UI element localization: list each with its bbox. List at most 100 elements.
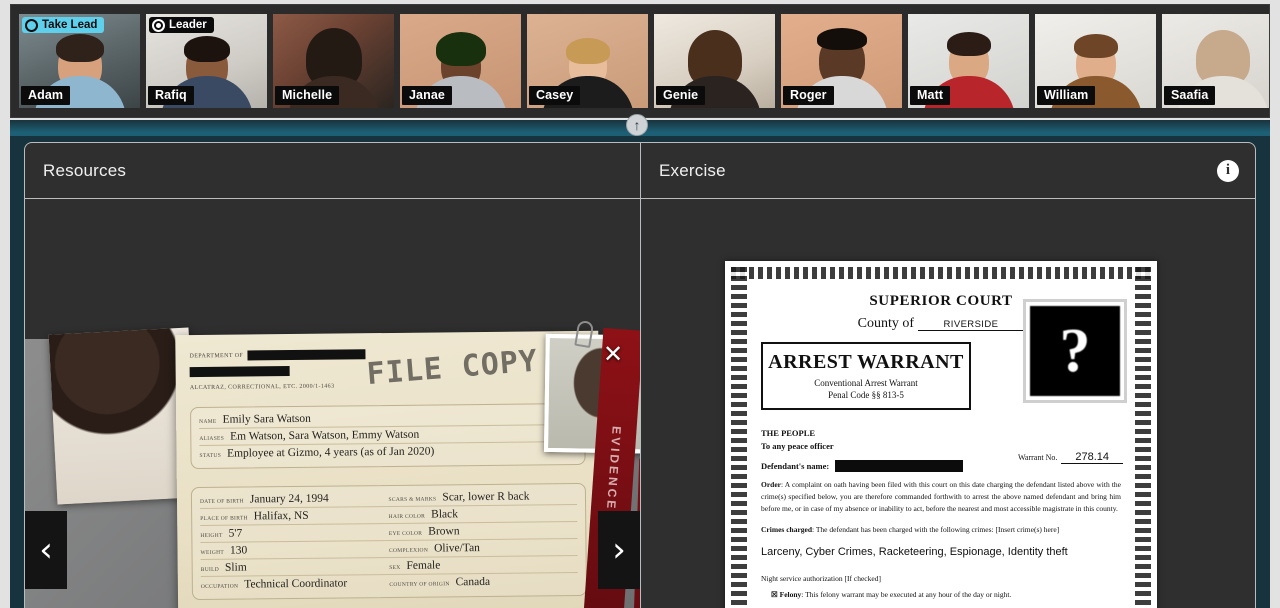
leader-badge[interactable]: Leader	[149, 17, 214, 33]
detail-row: OCCUPATION Technical Coordinator COUNTRY …	[201, 573, 578, 593]
radio-selected-icon	[152, 18, 165, 32]
checkbox-checked-icon: ☒	[771, 590, 778, 599]
field-value: 5'7	[228, 527, 243, 540]
participant-tile-william[interactable]: William	[1035, 14, 1156, 108]
crimes-label: Crimes charged	[761, 525, 813, 534]
field-label: SEX	[389, 564, 401, 571]
field-label: HAIR COLOR	[388, 513, 426, 520]
chevron-left-icon: ‹	[39, 530, 53, 570]
next-resource-button[interactable]: ›	[598, 511, 640, 589]
field-value: Canada	[455, 575, 491, 589]
exercise-panel-body: SUPERIOR COURT County of RIVERSIDE ARRES…	[641, 199, 1255, 608]
to-peace-officer-label: To any peace officer	[761, 441, 834, 451]
panels-container: Resources FILE COPY DEPARTMENT OF ALCATR…	[10, 136, 1270, 608]
felony-label: Felony	[779, 590, 802, 599]
identity-section: NAME Emily Sara Watson ALIASES Em Watson…	[190, 402, 586, 470]
participant-tile-michelle[interactable]: Michelle	[273, 14, 394, 108]
field-value: Slim	[224, 561, 247, 574]
crimes-charged-paragraph: Crimes charged: The defendant has been c…	[761, 524, 1121, 536]
question-mark-icon: ?	[1030, 306, 1120, 396]
personnel-file-document: FILE COPY DEPARTMENT OF ALCATRAZ, CORREC…	[175, 319, 640, 608]
participant-tile-casey[interactable]: Casey	[527, 14, 648, 108]
warrant-title: ARREST WARRANT	[768, 351, 964, 373]
take-lead-badge[interactable]: Take Lead	[22, 17, 105, 33]
night-service-heading: Night service authorization [If checked]	[761, 574, 1121, 583]
warrant-number-field: Warrant No. 278.14	[1018, 451, 1123, 464]
document-border-right	[1135, 267, 1151, 608]
exercise-panel-title: Exercise	[659, 160, 726, 180]
participant-name: Matt	[910, 86, 951, 105]
participant-name: Roger	[783, 86, 834, 105]
field-value: Em Watson, Sara Watson, Emmy Watson	[229, 428, 420, 443]
resources-panel-header: Resources	[25, 143, 640, 199]
radio-icon	[25, 18, 38, 32]
info-glyph: i	[1225, 162, 1231, 178]
warrant-number-label: Warrant No.	[1018, 453, 1058, 462]
participant-tile-janae[interactable]: Janae	[400, 14, 521, 108]
warrant-title-box: ARREST WARRANT Conventional Arrest Warra…	[761, 342, 971, 410]
participant-tile-genie[interactable]: Genie	[654, 14, 775, 108]
order-text: : A complaint on oath having been filed …	[761, 480, 1121, 513]
participant-name: Adam	[21, 86, 71, 105]
county-label: County of	[857, 316, 915, 331]
chevron-right-icon: ›	[612, 530, 626, 570]
participant-tile-matt[interactable]: Matt	[908, 14, 1029, 108]
felony-checkbox-row[interactable]: ☒ Felony: This felony warrant may be exe…	[761, 589, 1121, 601]
redaction-bar	[247, 349, 366, 361]
participant-name: Saafia	[1164, 86, 1216, 105]
field-value: Brown	[428, 525, 460, 538]
department-label: DEPARTMENT OF	[189, 352, 244, 360]
felony-text: : This felony warrant may be executed at…	[801, 590, 1012, 599]
warrant-content: SUPERIOR COURT County of RIVERSIDE ARRES…	[753, 283, 1129, 608]
county-value: RIVERSIDE	[917, 319, 1025, 331]
field-label: COMPLEXION	[388, 547, 429, 554]
close-resource-button[interactable]: ✕	[600, 341, 626, 367]
participant-tile-adam[interactable]: Take Lead Adam	[19, 14, 140, 108]
participant-name: William	[1037, 86, 1096, 105]
crimes-list-value: Larceny, Cyber Crimes, Racketeering, Esp…	[761, 546, 1068, 558]
field-value: Scar, lower R back	[442, 490, 530, 504]
field-value: Olive/Tan	[434, 542, 480, 555]
unknown-photo-placeholder: ?	[1023, 299, 1127, 403]
field-label: OCCUPATION	[200, 583, 239, 590]
field-label: DATE OF BIRTH	[199, 498, 244, 505]
field-label: STATUS	[199, 452, 222, 459]
participant-tile-rafiq[interactable]: Leader Rafiq	[146, 14, 267, 108]
exercise-panel: Exercise i SUPERIOR COURT County of RIVE…	[640, 142, 1256, 608]
field-label: ALIASES	[199, 435, 225, 442]
crimes-text: : The defendant has been charged with th…	[812, 525, 1060, 534]
warrant-subtitle: Conventional Arrest Warrant	[814, 378, 918, 388]
field-value: Black	[431, 508, 459, 521]
resources-panel: Resources FILE COPY DEPARTMENT OF ALCATR…	[24, 142, 640, 608]
info-icon[interactable]: i	[1217, 159, 1239, 182]
participant-name: Janae	[402, 86, 452, 105]
evidence-file-viewer: FILE COPY DEPARTMENT OF ALCATRAZ, CORREC…	[25, 319, 640, 608]
arrow-up-icon: ↑	[633, 117, 641, 133]
participant-name: Rafiq	[148, 86, 194, 105]
field-label: EYE COLOR	[388, 530, 423, 537]
defendant-name-label: Defendant's name:	[761, 461, 830, 471]
arrest-warrant-document: SUPERIOR COURT County of RIVERSIDE ARRES…	[725, 261, 1157, 608]
take-lead-label: Take Lead	[42, 19, 98, 31]
redaction-bar	[189, 366, 290, 378]
participant-name: Casey	[529, 86, 581, 105]
app-root: Take Lead Adam Leader Rafiq Michelle Jan…	[0, 0, 1280, 608]
collapse-video-strip-button[interactable]: ↑	[626, 114, 648, 136]
participant-name: Genie	[656, 86, 706, 105]
resources-panel-body: FILE COPY DEPARTMENT OF ALCATRAZ, CORREC…	[25, 199, 640, 608]
order-paragraph: Order: A complaint on oath having been f…	[761, 479, 1121, 515]
identity-row: STATUS Employee at Gizmo, 4 years (as of…	[199, 442, 576, 462]
previous-resource-button[interactable]: ‹	[25, 511, 67, 589]
field-value: Halifax, NS	[253, 509, 309, 523]
order-label: Order	[761, 480, 781, 489]
warrant-number-value: 278.14	[1061, 451, 1123, 464]
field-label: COUNTRY OF ORIGIN	[389, 581, 450, 588]
participant-tile-roger[interactable]: Roger	[781, 14, 902, 108]
field-label: SCARS & MARKS	[388, 496, 437, 503]
exercise-panel-header: Exercise i	[641, 143, 1255, 199]
physical-details-section: DATE OF BIRTH January 24, 1994 SCARS & MA…	[190, 482, 588, 601]
warrant-penal-code: Penal Code §§ 813-5	[828, 390, 904, 400]
participant-tile-saafia[interactable]: Saafia	[1162, 14, 1269, 108]
field-label: PLACE OF BIRTH	[200, 515, 248, 522]
field-value: Technical Coordinator	[244, 577, 348, 591]
